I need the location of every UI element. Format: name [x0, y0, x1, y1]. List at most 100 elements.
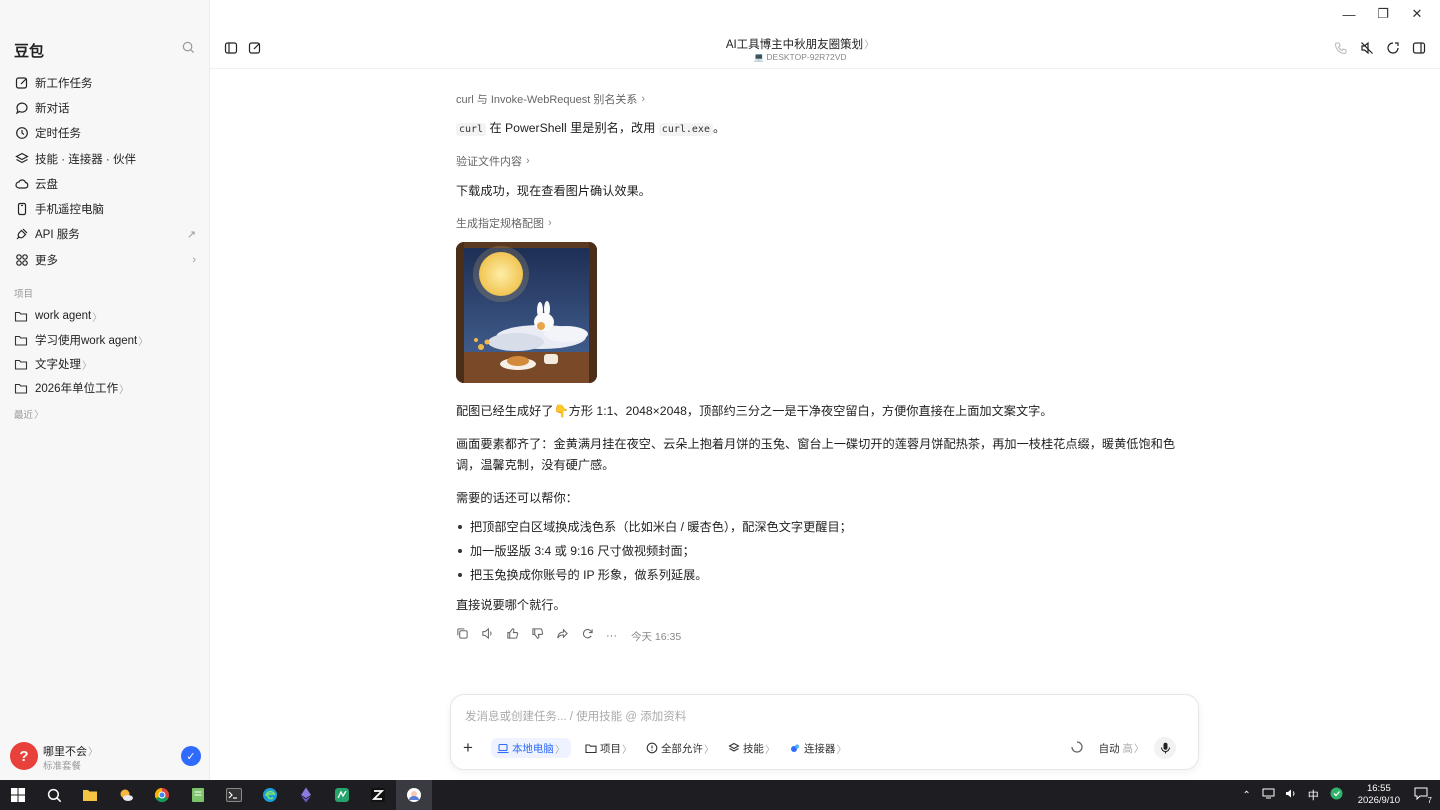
weather-app-icon[interactable]: [108, 780, 144, 810]
message-text: 直接说要哪个就行。: [456, 598, 566, 612]
chevron-right-icon: ›: [192, 253, 196, 266]
chevron-right-icon: 〉: [138, 336, 149, 348]
title-bar: — ❐ ✕: [210, 0, 1440, 28]
search-icon[interactable]: [36, 780, 72, 810]
windows-start-icon[interactable]: [0, 780, 36, 810]
project-item[interactable]: work agent 〉: [0, 304, 210, 328]
message-text: curl 在 PowerShell 里是别名，改用 curl.exe。: [456, 118, 1196, 140]
mode-selector[interactable]: 自动 高〉: [1099, 740, 1144, 756]
recent-section-label[interactable]: 最近〉: [14, 406, 44, 421]
restore-button[interactable]: ❐: [1366, 0, 1400, 28]
doubao-app-icon[interactable]: [396, 780, 432, 810]
share-icon[interactable]: [556, 627, 569, 645]
regenerate-icon[interactable]: [581, 627, 594, 645]
chevron-right-icon: 〉: [82, 360, 92, 372]
close-button[interactable]: ✕: [1400, 0, 1434, 28]
project-label: 文字处理: [35, 359, 81, 371]
system-clock[interactable]: 16:55 2026/9/10: [1358, 783, 1400, 807]
network-icon[interactable]: [1262, 788, 1275, 802]
message-input[interactable]: 发消息或创建任务... / 使用技能 @ 添加资料: [465, 708, 686, 724]
chevron-right-icon: ›: [641, 93, 646, 105]
message-composer: 发消息或创建任务... / 使用技能 @ 添加资料 + 本地电脑〉 项目〉 全部…: [450, 694, 1199, 770]
chevron-right-icon: ›: [526, 155, 530, 167]
sidebar-item-api[interactable]: API 服务 ↗: [0, 222, 210, 247]
chevron-up-icon[interactable]: ⌃: [1242, 790, 1250, 801]
thumbs-down-icon[interactable]: [531, 627, 544, 645]
plug-icon: [14, 227, 29, 242]
sidebar-item-label: 技能 · 连接器 · 伙伴: [35, 153, 136, 166]
user-plan: 标准套餐: [43, 761, 82, 772]
microphone-icon[interactable]: [1154, 737, 1176, 759]
phone-call-icon[interactable]: [1334, 41, 1348, 60]
list-item: 加一版竖版 3:4 或 9:16 尺寸做视频封面；: [456, 539, 1196, 563]
terminal-icon[interactable]: [216, 780, 252, 810]
thumbs-up-icon[interactable]: [506, 627, 519, 645]
sidebar-item-cloud[interactable]: 云盘: [0, 171, 210, 196]
suggestion-list: 把顶部空白区域换成浅色系（比如米白 / 暖杏色），配深色文字更醒目； 加一版竖版…: [456, 515, 1196, 587]
sidebar-item-new-chat[interactable]: 新对话: [0, 95, 210, 120]
clock-icon: [14, 126, 29, 141]
local-computer-pill[interactable]: 本地电脑〉: [490, 738, 571, 758]
file-explorer-icon[interactable]: [72, 780, 108, 810]
sidebar-item-label: API 服务: [35, 229, 80, 242]
list-item: 把玉兔换成你账号的 IP 形象，做系列延展。: [456, 563, 1196, 587]
tray-app-icon[interactable]: [1330, 787, 1343, 803]
chevron-right-icon: ›: [548, 217, 552, 229]
project-item[interactable]: 2026年单位工作〉: [0, 376, 210, 400]
more-options-icon[interactable]: ···: [606, 630, 617, 642]
sidebar-item-phone-remote[interactable]: 手机遥控电脑: [0, 196, 210, 221]
input-method-indicator[interactable]: 中: [1308, 787, 1319, 803]
step-header[interactable]: 验证文件内容 ›: [456, 152, 1196, 170]
sidebar-item-new-task[interactable]: 新工作任务: [0, 70, 210, 95]
folder-icon: [14, 357, 29, 372]
generated-image[interactable]: [456, 242, 597, 383]
folder-icon: [585, 743, 597, 754]
verified-badge-icon[interactable]: ✓: [181, 746, 201, 766]
message-text: 下载成功，现在查看图片确认效果。: [456, 184, 651, 198]
project-label: 学习使用work agent: [35, 335, 138, 347]
folder-icon: [14, 309, 29, 324]
sidebar-item-skills[interactable]: 技能 · 连接器 · 伙伴: [0, 146, 210, 171]
project-item[interactable]: 学习使用work agent 〉: [0, 328, 210, 352]
list-item: 把顶部空白区域换成浅色系（比如米白 / 暖杏色），配深色文字更醒目；: [456, 515, 1196, 539]
step-header[interactable]: curl 与 Invoke-WebRequest 别名关系 ›: [456, 90, 1196, 108]
connectors-pill[interactable]: 连接器〉: [789, 738, 846, 758]
project-item[interactable]: 文字处理〉: [0, 352, 210, 376]
inline-code: curl: [456, 123, 487, 136]
avatar: ?: [10, 742, 38, 770]
read-aloud-icon[interactable]: [481, 627, 494, 645]
zotero-icon[interactable]: [360, 780, 396, 810]
minimize-button[interactable]: —: [1332, 0, 1366, 28]
share-chat-icon[interactable]: [1386, 41, 1400, 60]
copy-icon[interactable]: [456, 627, 469, 645]
sidebar-item-more[interactable]: 更多 ›: [0, 247, 210, 272]
sidebar-item-label: 新对话: [35, 102, 70, 115]
ethereum-app-icon[interactable]: [288, 780, 324, 810]
clock-date: 2026/9/10: [1357, 795, 1400, 806]
cloud-icon: [14, 176, 29, 191]
project-label: work agent: [35, 310, 92, 322]
chrome-icon[interactable]: [144, 780, 180, 810]
attach-plus-button[interactable]: +: [463, 738, 473, 758]
project-label: 2026年单位工作: [35, 383, 119, 395]
edge-browser-icon[interactable]: [252, 780, 288, 810]
step-header[interactable]: 生成指定规格配图 ›: [456, 214, 1196, 232]
sidebar-item-scheduled[interactable]: 定时任务: [0, 121, 210, 146]
edit-icon: [14, 75, 29, 90]
notepad-app-icon[interactable]: [180, 780, 216, 810]
conversation-header: AI工具博主中秋朋友圈策划〉 💻 DESKTOP-92R72VD: [210, 28, 1440, 69]
notification-center-icon[interactable]: 7: [1414, 787, 1432, 805]
mute-voice-icon[interactable]: [1360, 41, 1374, 60]
skills-pill[interactable]: 技能〉: [728, 738, 775, 758]
search-icon[interactable]: [182, 41, 195, 59]
conversation-title[interactable]: AI工具博主中秋朋友圈策划〉: [210, 36, 1390, 52]
user-name: 哪里不会〉: [43, 746, 98, 758]
window-controls: — ❐ ✕: [1332, 0, 1434, 28]
green-app-icon[interactable]: [324, 780, 360, 810]
volume-icon[interactable]: [1285, 788, 1297, 802]
user-profile[interactable]: ? 哪里不会〉 标准套餐 ✓: [10, 742, 202, 772]
chat-bubble-icon: [14, 100, 29, 115]
permission-pill[interactable]: 全部允许〉: [646, 738, 714, 758]
project-pill[interactable]: 项目〉: [585, 738, 632, 758]
side-panel-icon[interactable]: [1412, 41, 1426, 60]
